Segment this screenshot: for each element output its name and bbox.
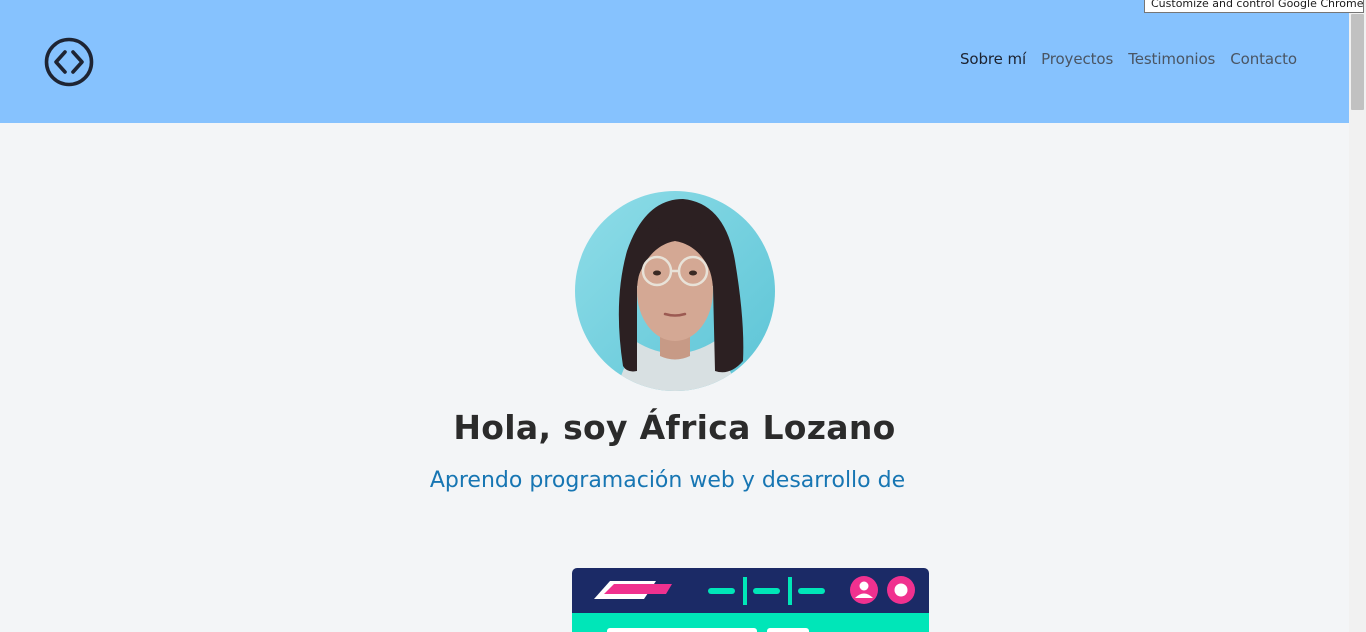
code-brackets-icon[interactable] xyxy=(43,37,95,87)
project-preview-image xyxy=(572,568,929,632)
hero-subtitle: Aprendo programación web y desarrollo de xyxy=(429,468,906,493)
profile-avatar xyxy=(575,191,775,391)
browser-tooltip: Customize and control Google Chrome xyxy=(1144,0,1364,13)
nav-links: Sobre mí Proyectos Testimonios Contacto xyxy=(945,50,1297,68)
page: Sobre mí Proyectos Testimonios Contacto xyxy=(0,0,1349,632)
hero-title: Hola, soy África Lozano xyxy=(453,408,896,447)
scrollbar-thumb[interactable] xyxy=(1351,14,1364,110)
nav-link-sobre-mi[interactable]: Sobre mí xyxy=(960,50,1026,68)
vertical-scrollbar[interactable] xyxy=(1349,0,1366,632)
navbar: Sobre mí Proyectos Testimonios Contacto xyxy=(0,0,1349,123)
nav-link-contacto[interactable]: Contacto xyxy=(1230,50,1297,68)
nav-link-proyectos[interactable]: Proyectos xyxy=(1041,50,1113,68)
nav-link-testimonios[interactable]: Testimonios xyxy=(1128,50,1215,68)
